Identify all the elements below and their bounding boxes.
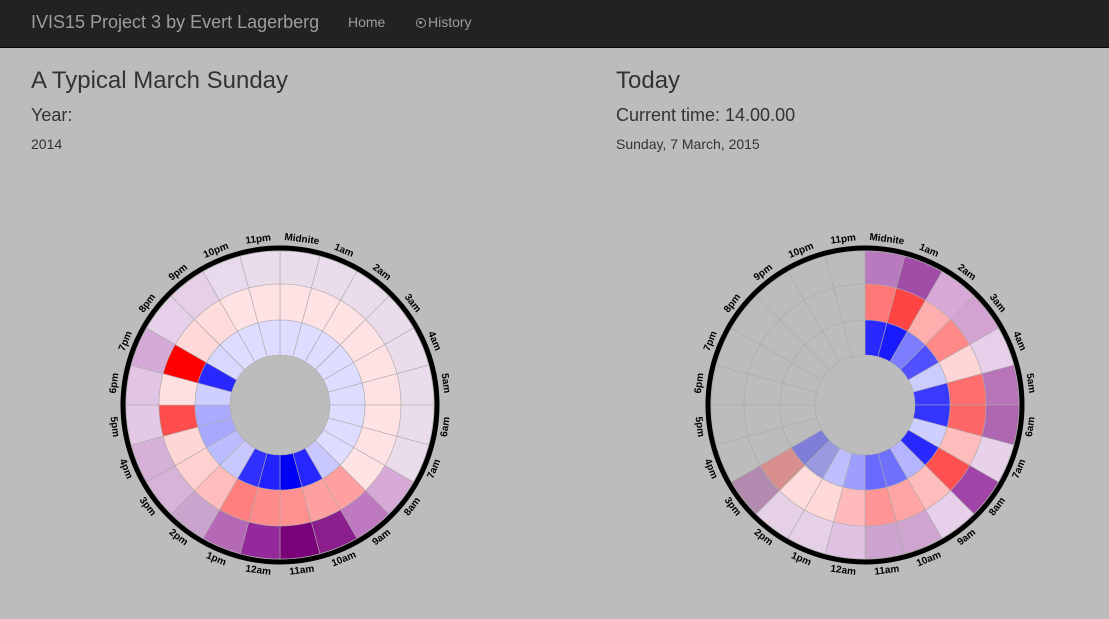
today-hour-label: 6pm [693,372,707,394]
typical-hour-label: 5pm [107,416,121,438]
typical-hour-label: 5am [439,373,453,394]
today-hour-label: 5am [1024,373,1038,394]
typical-hour-label: 6pm [108,372,122,394]
current-time-heading: Current time: 14.00.00 [616,105,796,125]
typical-hour-label: 12am [245,564,272,578]
today-hour-label: 5pm [692,416,706,438]
today-hour-label: Midnite [869,232,906,248]
typical-hour-label: 11am [289,564,315,578]
typical-hour-label: 6am [439,416,453,437]
typical-day-title: A Typical March Sunday [31,67,289,94]
today-hour-label: 12am [830,564,857,578]
nav-home-link[interactable]: Home [348,14,385,30]
today-hour-label: 11am [874,564,900,578]
year-value: 2014 [31,136,63,152]
year-heading: Year: [31,105,73,125]
current-date: Sunday, 7 March, 2015 [616,136,760,152]
today-radial-chart: Midnite1am2am3am4am5am6am7am8am9am10am11… [692,232,1038,578]
typical-day-radial-chart: Midnite1am2am3am4am5am6am7am8am9am10am11… [107,232,453,578]
typical-hour-label: 11pm [245,232,272,246]
typical-hour-label: Midnite [284,232,321,248]
today-title: Today [616,67,681,94]
brand-link[interactable]: IVIS15 Project 3 by Evert Lagerberg [31,12,319,33]
nav-history-link[interactable]: History [416,14,472,30]
history-icon [416,18,426,28]
today-hour-label: 11pm [830,232,857,246]
today-hour-label: 6am [1024,416,1038,437]
nav-history-label: History [428,14,472,30]
navbar: IVIS15 Project 3 by Evert Lagerberg Home… [0,0,1109,48]
typical-day-panel: A Typical March Sunday Year: 2014 [31,66,288,152]
today-panel: Today Current time: 14.00.00 Sunday, 7 M… [616,66,795,152]
